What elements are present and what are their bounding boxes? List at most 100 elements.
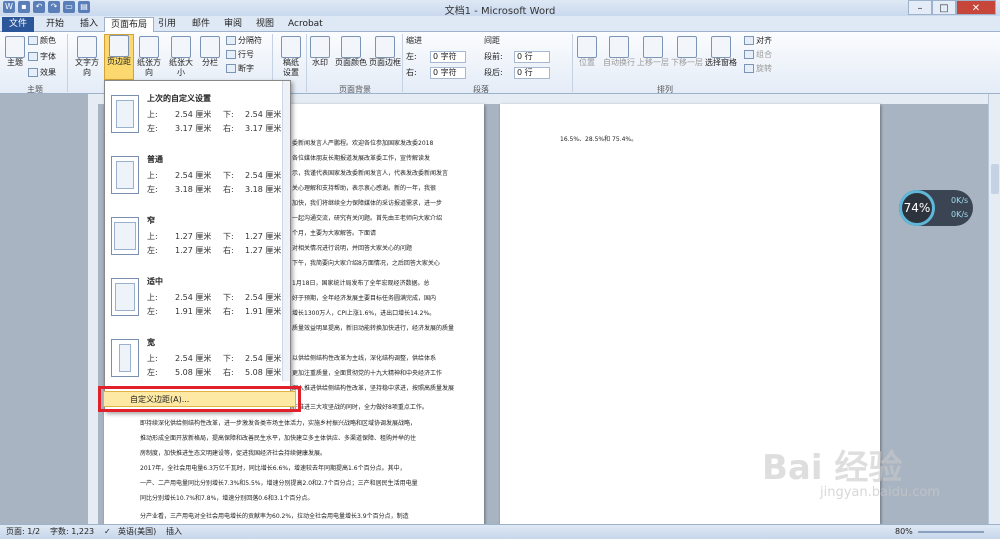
indent-left-input[interactable]: 0 字符 (430, 51, 466, 63)
doc-line: 下午，我简要向大家介绍8方面情况，之后回答大家关心 (292, 260, 440, 267)
tab-file[interactable]: 文件 (2, 17, 34, 32)
margins-button[interactable]: 页边距 (104, 34, 134, 80)
bring-forward-button[interactable]: 上移一层 (636, 36, 670, 68)
orientation-button[interactable]: 纸张方向 (134, 36, 164, 78)
group-button[interactable]: 组合 (744, 50, 772, 60)
theme-fonts-button[interactable]: 字体 (28, 52, 56, 62)
margin-preset-3[interactable]: 适中 上: 2.54 厘米 下: 2.54 厘米 左: 1.91 厘米 右: 1.91 厘米 (105, 270, 291, 332)
zoom-slider[interactable] (918, 531, 984, 533)
vertical-scrollbar[interactable] (988, 94, 1000, 524)
doc-line: 好于预期，全年经济发展主要目标任务圆满完成，国内 (292, 295, 437, 302)
size-icon (171, 36, 191, 58)
position-button[interactable]: 位置 (576, 36, 598, 68)
tab-home[interactable]: 开始 (40, 17, 70, 32)
bring-forward-icon (643, 36, 663, 58)
label-left: 左: (147, 246, 158, 255)
label-left: 左: (147, 368, 158, 377)
value-bottom: 2.54 厘米 (245, 171, 282, 180)
doc-line: 2017年，全社会用电量6.3万亿千瓦时，同比增长6.6%，增速较去年同期提高1… (140, 465, 406, 472)
doc-line: 推动形成全面开放新格局，提高保障和改善民生水平，加快建立多主体供应、多渠道保障、… (140, 435, 417, 442)
margin-preset-0[interactable]: 上次的自定义设置 上: 2.54 厘米 下: 2.54 厘米 左: 3.17 厘米 右: 3.1… (105, 87, 291, 149)
indent-right-input[interactable]: 0 字符 (430, 67, 466, 79)
language[interactable]: 英语(美国) (118, 525, 156, 539)
page-borders-button[interactable]: 页面边框 (368, 36, 402, 68)
dropdown-scrollbar[interactable] (282, 81, 290, 381)
text-direction-icon (77, 36, 97, 58)
zoom-level[interactable]: 80% (895, 525, 913, 539)
custom-margins-item[interactable]: 自定义边距(A)... (103, 391, 296, 407)
page-color-icon (341, 36, 361, 58)
themes-icon (5, 36, 25, 58)
tab-mailings[interactable]: 邮件 (186, 17, 216, 32)
manuscript-settings-button[interactable]: 稿纸 设置 (278, 36, 304, 78)
margin-preset-2[interactable]: 窄上: 1.27 厘米 下: 1.27 厘米 左: 1.27 厘米 右: 1.27 厘米 (105, 209, 291, 271)
value-left: 3.17 厘米 (175, 124, 212, 133)
selection-pane-button[interactable]: 选择窗格 (704, 36, 738, 68)
label-top: 上: (147, 293, 158, 302)
breaks-button[interactable]: 分隔符 (226, 36, 262, 46)
margin-preset-4[interactable]: 宽上: 2.54 厘米 下: 2.54 厘米 左: 5.08 厘米 右: 5.08 厘米 (105, 331, 291, 393)
doc-line: 同比分别增长10.7%和7.8%，增速分别回落0.6和3.1个百分点。 (140, 495, 314, 502)
indent-left-label: 左: (406, 52, 417, 61)
minimize-button[interactable]: – (908, 0, 932, 15)
spacing-label: 间距 (484, 36, 500, 45)
margins-icon (109, 35, 129, 57)
spell-check-icon[interactable]: ✓ (104, 525, 111, 539)
value-top: 2.54 厘米 (175, 171, 212, 180)
colors-icon (28, 36, 38, 45)
value-right: 3.18 厘米 (245, 185, 282, 194)
wrap-text-button[interactable]: 自动换行 (602, 36, 636, 68)
tab-references[interactable]: 引用 (152, 17, 182, 32)
page2-text: 16.5%、28.5%和 75.4%。 (560, 136, 638, 143)
tab-page-layout[interactable]: 页面布局 (104, 17, 155, 32)
send-backward-button[interactable]: 下移一层 (670, 36, 704, 68)
doc-line: 示，我谨代表国家发改委新闻发言人，代表发改委新闻发言 (292, 170, 449, 177)
maximize-button[interactable]: □ (932, 0, 956, 15)
columns-button[interactable]: 分栏 (198, 36, 222, 68)
group-icon (744, 50, 754, 59)
align-icon (744, 36, 754, 45)
window-title: 文档1 - Microsoft Word (444, 6, 556, 17)
insert-mode[interactable]: 插入 (166, 525, 182, 539)
label-left: 左: (147, 185, 158, 194)
page-color-button[interactable]: 页面颜色 (334, 36, 368, 68)
doc-line: 各位媒体朋友长期报道发展改革委工作，宣传解读发 (292, 155, 431, 162)
page-count[interactable]: 页面: 1/2 (6, 525, 40, 539)
hyphenation-button[interactable]: 断字 (226, 64, 254, 74)
doc-line: 加快，我们将继续全力保障媒体的采访报道需求，进一步 (292, 200, 443, 207)
network-speed-widget[interactable]: 74% 0K/s 0K/s (899, 190, 973, 226)
spacing-after-label: 段后: (484, 68, 503, 77)
rotate-icon (744, 64, 754, 73)
align-button[interactable]: 对齐 (744, 36, 772, 46)
size-button[interactable]: 纸张大小 (166, 36, 196, 78)
tab-view[interactable]: 视图 (250, 17, 280, 32)
doc-line: 一产、二产用电量同比分别增长7.3%和5.5%，增速分别提高2.0和2.7个百分… (140, 480, 418, 487)
scroll-thumb[interactable] (991, 164, 999, 194)
margin-preset-icon (111, 217, 139, 255)
spacing-before-input[interactable]: 0 行 (514, 51, 550, 63)
label-left: 左: (147, 307, 158, 316)
word-count[interactable]: 字数: 1,223 (50, 525, 94, 539)
close-button[interactable]: ✕ (956, 0, 996, 15)
label-right: 右: (223, 185, 234, 194)
rotate-button[interactable]: 旋转 (744, 64, 772, 74)
margin-preset-title: 窄 (147, 216, 155, 225)
label-bottom: 下: (223, 110, 234, 119)
themes-button[interactable]: 主题 (4, 36, 26, 68)
tab-review[interactable]: 审阅 (218, 17, 248, 32)
status-bar: 页面: 1/2 字数: 1,223 ✓ 英语(美国) 插入 80% (0, 524, 1000, 539)
theme-effects-button[interactable]: 效果 (28, 68, 56, 78)
tab-insert[interactable]: 插入 (74, 17, 104, 32)
value-bottom: 2.54 厘米 (245, 293, 282, 302)
label-top: 上: (147, 354, 158, 363)
text-direction-button[interactable]: 文字方向 (72, 36, 102, 78)
breaks-icon (226, 36, 236, 45)
margin-preset-1[interactable]: 普通 上: 2.54 厘米 下: 2.54 厘米 左: 3.18 厘米 右: 3.18 厘米 (105, 148, 291, 210)
margin-preset-icon (111, 339, 139, 377)
spacing-after-input[interactable]: 0 行 (514, 67, 550, 79)
indent-right-label: 右: (406, 68, 417, 77)
watermark-button[interactable]: 水印 (308, 36, 332, 68)
line-numbers-button[interactable]: 行号 (226, 50, 254, 60)
tab-acrobat[interactable]: Acrobat (282, 17, 329, 32)
theme-colors-button[interactable]: 颜色 (28, 36, 56, 46)
